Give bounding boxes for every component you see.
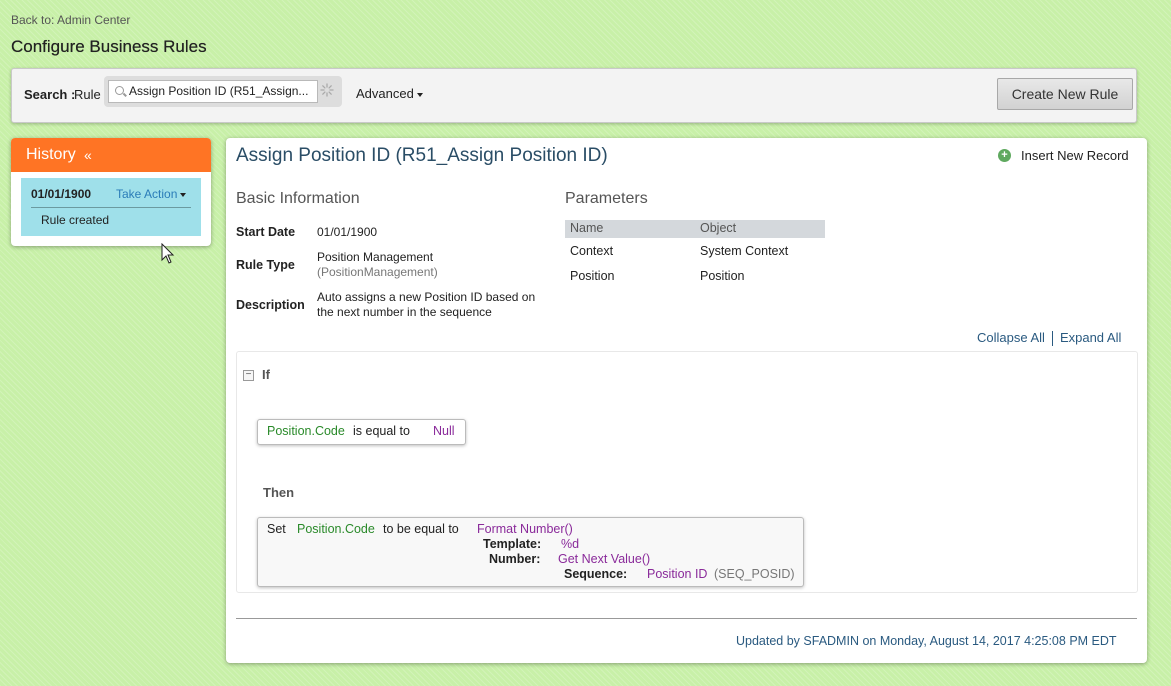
link-divider bbox=[1051, 331, 1053, 347]
number-value: Get Next Value() bbox=[558, 552, 651, 566]
description-value: Auto assigns a new Position ID based on … bbox=[317, 290, 535, 320]
history-entry-date: 01/01/1900 bbox=[31, 187, 92, 201]
chevron-down-icon bbox=[180, 192, 187, 197]
take-action-dropdown[interactable]: Take Action bbox=[116, 187, 187, 201]
rule-title: Assign Position ID (R51_Assign Position … bbox=[236, 145, 608, 166]
collapse-minus-icon[interactable]: − bbox=[243, 370, 254, 381]
history-title: History bbox=[26, 146, 76, 163]
rule-detail-panel: Assign Position ID (R51_Assign Position … bbox=[226, 138, 1147, 663]
rule-type-value: Position Management (PositionManagement) bbox=[317, 250, 438, 280]
search-input[interactable] bbox=[129, 83, 315, 99]
action-field: Position.Code bbox=[297, 522, 375, 536]
history-panel: History « 01/01/1900 Take Action Rule cr… bbox=[11, 138, 211, 246]
history-entry: 01/01/1900 Take Action Rule created bbox=[21, 178, 201, 236]
rule-type-code: (PositionManagement) bbox=[317, 265, 438, 279]
start-date-value: 01/01/1900 bbox=[317, 225, 378, 239]
collapse-all-link[interactable]: Collapse All bbox=[977, 330, 1045, 345]
description-line-1: Auto assigns a new Position ID based on bbox=[317, 290, 536, 304]
parameters-heading: Parameters bbox=[565, 190, 648, 207]
chevron-down-icon bbox=[416, 92, 423, 97]
back-to-admin-center-link[interactable]: Back to: Admin Center bbox=[11, 13, 130, 27]
rule-type-label: Rule Type bbox=[236, 258, 295, 272]
number-label: Number: bbox=[489, 552, 541, 566]
basic-information-heading: Basic Information bbox=[236, 190, 360, 207]
history-entry-divider bbox=[31, 207, 191, 208]
action-operator: to be equal to bbox=[383, 522, 459, 536]
mouse-cursor-icon bbox=[161, 243, 175, 264]
parameter-name: Position bbox=[570, 269, 615, 283]
rule-logic-box: − If Position.Code is equal to Null Then… bbox=[236, 351, 1138, 593]
if-label: If bbox=[262, 367, 270, 382]
search-icon bbox=[115, 86, 124, 95]
action-function: Format Number() bbox=[477, 522, 573, 536]
expand-collapse-links: Collapse All Expand All bbox=[977, 330, 1121, 347]
expand-all-link[interactable]: Expand All bbox=[1060, 330, 1121, 345]
search-type-label: Rule bbox=[74, 87, 101, 102]
page-title: Configure Business Rules bbox=[11, 37, 207, 56]
condition-field: Position.Code bbox=[267, 424, 345, 438]
template-label: Template: bbox=[483, 537, 542, 551]
sequence-code: (SEQ_POSID) bbox=[714, 567, 795, 581]
search-input-wrap bbox=[108, 80, 318, 103]
loading-icon bbox=[320, 83, 334, 97]
parameters-column-name: Name bbox=[570, 221, 604, 235]
parameter-object: Position bbox=[700, 269, 745, 283]
rule-type-name: Position Management bbox=[317, 250, 434, 264]
action-verb: Set bbox=[267, 522, 286, 536]
then-action[interactable]: Set Position.Code to be equal to Format … bbox=[257, 517, 804, 587]
parameters-table-header: Name Object bbox=[565, 220, 825, 238]
collapse-history-icon[interactable]: « bbox=[84, 147, 92, 163]
template-value: %d bbox=[561, 537, 580, 551]
take-action-label: Take Action bbox=[116, 187, 178, 201]
search-box bbox=[104, 76, 342, 107]
start-date-label: Start Date bbox=[236, 225, 296, 239]
footer-divider bbox=[236, 618, 1137, 619]
advanced-label: Advanced bbox=[356, 86, 414, 101]
plus-circle-icon: + bbox=[998, 149, 1011, 162]
search-label: Search : bbox=[24, 87, 76, 102]
description-line-2: the next number in the sequence bbox=[317, 305, 492, 319]
history-entry-note: Rule created bbox=[41, 213, 110, 227]
if-condition[interactable]: Position.Code is equal to Null bbox=[257, 419, 466, 445]
sequence-value: Position ID bbox=[647, 567, 708, 581]
parameters-column-object: Object bbox=[700, 221, 737, 235]
advanced-dropdown[interactable]: Advanced bbox=[356, 86, 423, 101]
search-bar: Search : Rule Advanced Create New Rule bbox=[11, 68, 1137, 123]
insert-new-record-label: Insert New Record bbox=[1021, 148, 1129, 163]
condition-operator: is equal to bbox=[353, 424, 410, 438]
parameter-object: System Context bbox=[700, 244, 789, 258]
sequence-label: Sequence: bbox=[564, 567, 628, 581]
create-new-rule-button[interactable]: Create New Rule bbox=[997, 78, 1133, 110]
parameter-name: Context bbox=[570, 244, 614, 258]
description-label: Description bbox=[236, 298, 305, 312]
then-label: Then bbox=[263, 485, 295, 500]
condition-value: Null bbox=[433, 424, 455, 438]
last-updated-text: Updated by SFADMIN on Monday, August 14,… bbox=[736, 634, 1117, 648]
history-header: History « bbox=[11, 138, 211, 172]
